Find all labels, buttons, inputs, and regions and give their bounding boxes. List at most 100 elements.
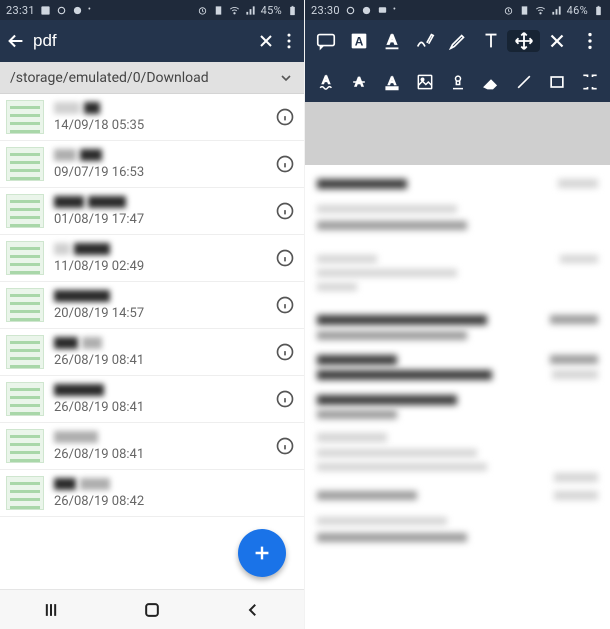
tool-squiggly-button[interactable]: A bbox=[309, 72, 342, 92]
statusbar-right: 23:30 • 46% bbox=[305, 0, 610, 20]
tool-rectangle-button[interactable] bbox=[540, 72, 573, 92]
file-meta: 11/08/19 02:49 bbox=[54, 243, 264, 274]
tool-move-button[interactable] bbox=[507, 30, 540, 52]
wifi-icon bbox=[229, 5, 240, 16]
file-thumbnail bbox=[6, 241, 44, 275]
underline-icon: A bbox=[381, 30, 403, 52]
nav-home-button[interactable] bbox=[139, 597, 165, 623]
more-notifications-dot: • bbox=[88, 5, 91, 15]
file-thumbnail bbox=[6, 147, 44, 181]
highlighter-icon bbox=[447, 30, 469, 52]
tool-stamp-button[interactable] bbox=[441, 72, 474, 92]
file-list: 14/09/18 05:35 09/07/19 16:53 bbox=[0, 94, 304, 589]
file-date: 09/07/19 16:53 bbox=[54, 165, 264, 180]
search-input[interactable] bbox=[27, 31, 254, 51]
file-meta: 26/08/19 08:41 bbox=[54, 384, 264, 415]
alarm-icon bbox=[503, 5, 514, 16]
file-row[interactable]: 14/09/18 05:35 bbox=[0, 94, 304, 141]
tool-close-button[interactable] bbox=[540, 30, 573, 52]
recents-icon bbox=[41, 600, 61, 620]
image-icon bbox=[40, 5, 51, 16]
fab-add-button[interactable] bbox=[238, 529, 286, 577]
tool-text-button[interactable] bbox=[474, 30, 507, 52]
file-date: 26/08/19 08:41 bbox=[54, 447, 264, 462]
notification-icon bbox=[72, 5, 83, 16]
path-bar[interactable]: /storage/emulated/0/Download bbox=[0, 62, 304, 94]
file-info-button[interactable] bbox=[274, 435, 296, 457]
info-icon bbox=[275, 107, 295, 127]
more-notifications-dot: • bbox=[393, 5, 396, 15]
file-row[interactable]: 26/08/19 08:41 bbox=[0, 329, 304, 376]
file-date: 26/08/19 08:41 bbox=[54, 400, 264, 415]
current-path: /storage/emulated/0/Download bbox=[10, 70, 209, 86]
file-row[interactable]: 20/08/19 14:57 bbox=[0, 282, 304, 329]
file-thumbnail bbox=[6, 335, 44, 369]
close-icon bbox=[546, 30, 568, 52]
nav-back-button[interactable] bbox=[240, 597, 266, 623]
overflow-menu-button[interactable] bbox=[277, 25, 300, 57]
file-info-button[interactable] bbox=[274, 294, 296, 316]
file-info-button[interactable] bbox=[274, 341, 296, 363]
chevron-left-icon bbox=[244, 601, 262, 619]
back-button[interactable] bbox=[4, 25, 27, 57]
editor-toolbar: A A bbox=[305, 20, 610, 102]
file-row[interactable]: 26/08/19 08:41 bbox=[0, 423, 304, 470]
tool-line-button[interactable] bbox=[507, 72, 540, 92]
tool-textbox-button[interactable]: A bbox=[342, 30, 375, 52]
close-icon bbox=[256, 31, 276, 51]
file-meta: 20/08/19 14:57 bbox=[54, 290, 264, 321]
file-meta: 26/08/19 08:41 bbox=[54, 337, 264, 368]
line-icon bbox=[514, 72, 534, 92]
tool-handwriting-button[interactable] bbox=[408, 30, 441, 52]
chevron-down-icon bbox=[278, 70, 294, 86]
tool-crop-button[interactable] bbox=[573, 72, 606, 92]
file-date: 20/08/19 14:57 bbox=[54, 306, 264, 321]
file-row[interactable]: 01/08/19 17:47 bbox=[0, 188, 304, 235]
file-thumbnail bbox=[6, 194, 44, 228]
rectangle-icon bbox=[547, 72, 567, 92]
arrow-left-icon bbox=[5, 30, 27, 52]
file-meta: 26/08/19 08:42 bbox=[54, 478, 296, 509]
file-info-button[interactable] bbox=[274, 247, 296, 269]
eraser-icon bbox=[481, 72, 501, 92]
clear-search-button[interactable] bbox=[254, 25, 277, 57]
file-row[interactable]: 26/08/19 08:42 bbox=[0, 470, 304, 517]
file-thumbnail bbox=[6, 382, 44, 416]
signal-icon bbox=[551, 5, 562, 16]
overflow-menu-button[interactable] bbox=[573, 30, 606, 52]
file-info-button[interactable] bbox=[274, 200, 296, 222]
tool-underline-button[interactable]: A bbox=[375, 30, 408, 52]
tool-eraser-button[interactable] bbox=[474, 72, 507, 92]
refresh-icon bbox=[56, 5, 67, 16]
file-date: 01/08/19 17:47 bbox=[54, 212, 264, 227]
info-icon bbox=[275, 295, 295, 315]
tool-fontcolor-button[interactable]: A bbox=[375, 72, 408, 92]
alarm-icon bbox=[197, 5, 208, 16]
navigation-bar bbox=[0, 589, 304, 629]
document-viewport[interactable] bbox=[305, 102, 610, 629]
file-thumbnail bbox=[6, 288, 44, 322]
file-row[interactable]: 09/07/19 16:53 bbox=[0, 141, 304, 188]
file-info-button[interactable] bbox=[274, 388, 296, 410]
vibrate-icon bbox=[519, 5, 530, 16]
tool-strikethrough-button[interactable]: A bbox=[342, 72, 375, 92]
message-icon bbox=[377, 5, 388, 16]
home-icon bbox=[142, 600, 162, 620]
tool-image-button[interactable] bbox=[408, 72, 441, 92]
file-row[interactable]: 11/08/19 02:49 bbox=[0, 235, 304, 282]
more-vertical-icon bbox=[579, 30, 601, 52]
file-meta: 01/08/19 17:47 bbox=[54, 196, 264, 227]
signal-icon bbox=[245, 5, 256, 16]
tool-comment-button[interactable] bbox=[309, 30, 342, 52]
file-info-button[interactable] bbox=[274, 106, 296, 128]
svg-text:A: A bbox=[388, 76, 396, 88]
file-date: 26/08/19 08:42 bbox=[54, 494, 296, 509]
text-icon bbox=[480, 30, 502, 52]
wifi-icon bbox=[535, 5, 546, 16]
file-row[interactable]: 26/08/19 08:41 bbox=[0, 376, 304, 423]
statusbar-battery-pct: 46% bbox=[567, 4, 588, 17]
info-icon bbox=[275, 436, 295, 456]
file-info-button[interactable] bbox=[274, 153, 296, 175]
tool-highlighter-button[interactable] bbox=[441, 30, 474, 52]
nav-recents-button[interactable] bbox=[38, 597, 64, 623]
